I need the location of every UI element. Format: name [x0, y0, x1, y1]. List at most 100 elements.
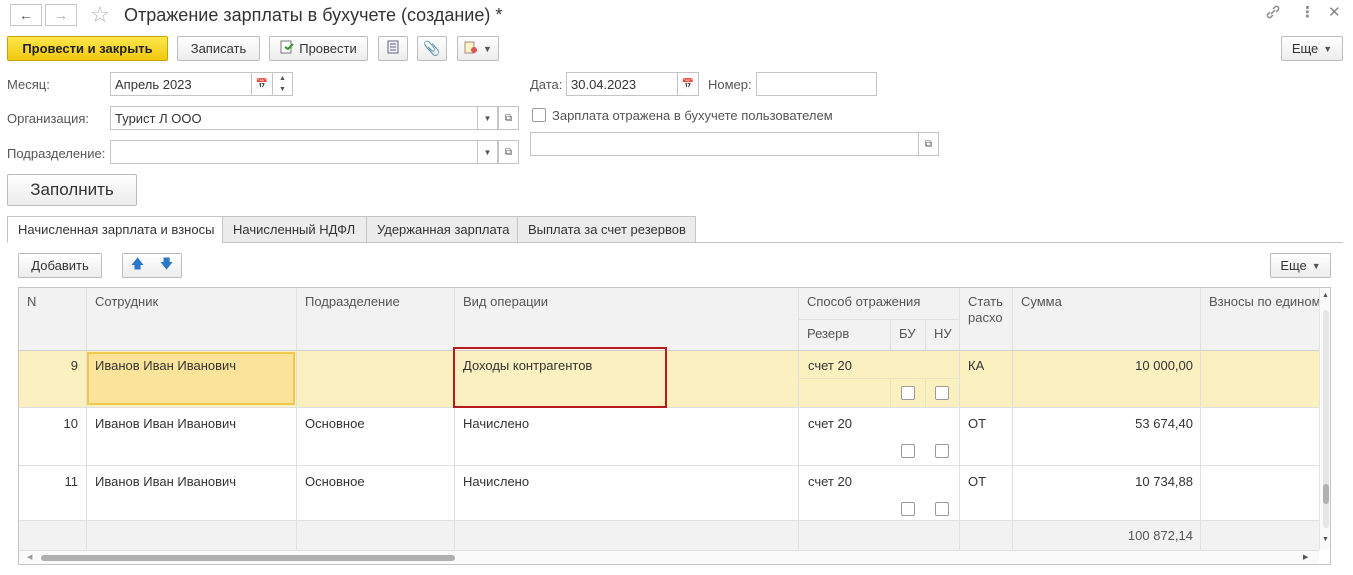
chevron-down-icon: ▼	[1311, 260, 1321, 271]
star-icon[interactable]: ☆	[90, 2, 110, 28]
department-dropdown-button[interactable]: ▼	[477, 140, 498, 164]
operation-cell[interactable]: Начислено	[463, 416, 529, 431]
close-icon[interactable]: ✕	[1328, 3, 1341, 21]
print-menu-button[interactable]: ▼	[457, 36, 499, 61]
article-cell[interactable]: КА	[968, 358, 984, 373]
department-label: Подразделение:	[7, 146, 106, 161]
scroll-left-icon[interactable]: ◀	[27, 553, 32, 561]
calendar-button[interactable]: 📅	[251, 72, 273, 96]
month-stepper[interactable]: ▲ ▼	[272, 72, 293, 96]
arrow-right-icon: →	[54, 7, 68, 23]
chevron-down-icon: ▼	[483, 113, 492, 123]
vertical-scroll-thumb[interactable]	[1323, 484, 1329, 504]
list-icon	[387, 40, 399, 57]
col-header-method[interactable]: Способ отражения	[799, 288, 928, 315]
arrow-up-icon[interactable]: 🡅	[123, 255, 152, 277]
attach-button[interactable]: 📎	[417, 36, 447, 61]
nu-checkbox[interactable]	[935, 502, 949, 516]
date-field[interactable]: 30.04.2023	[566, 72, 678, 96]
employee-cell[interactable]: Иванов Иван Иванович	[95, 416, 236, 431]
col-header-reserve[interactable]: Резерв	[799, 320, 857, 347]
scroll-down-icon[interactable]: ▼	[1322, 536, 1329, 543]
total-amount: 100 872,14	[1127, 528, 1193, 543]
department-field[interactable]	[110, 140, 478, 164]
row-number: 11	[64, 474, 79, 489]
department-open-button[interactable]: ⧉	[498, 140, 519, 164]
nu-checkbox[interactable]	[935, 386, 949, 400]
post-and-close-button[interactable]: Провести и закрыть	[7, 36, 168, 61]
horizontal-scrollbar[interactable]: ◀ ▶	[19, 551, 1319, 564]
stepper-down-icon[interactable]: ▼	[273, 84, 292, 95]
method-cell[interactable]: счет 20	[808, 358, 852, 373]
add-row-button[interactable]: Добавить	[18, 253, 102, 278]
reflected-label: Зарплата отражена в бухучете пользовател…	[552, 108, 833, 123]
organization-field[interactable]: Турист Л ООО	[110, 106, 478, 130]
col-header-contributions[interactable]: Взносы по едином	[1201, 288, 1319, 315]
paperclip-icon: 📎	[423, 40, 441, 56]
table-more-button[interactable]: Еще ▼	[1270, 253, 1331, 278]
amount-cell[interactable]: 10 000,00	[1013, 358, 1193, 373]
method-cell[interactable]: счет 20	[808, 416, 852, 431]
reflected-checkbox[interactable]	[532, 108, 546, 122]
save-button[interactable]: Записать	[177, 36, 260, 61]
arrow-down-icon[interactable]: 🡇	[152, 255, 181, 277]
employee-cell[interactable]: Иванов Иван Иванович	[95, 358, 236, 373]
post-button[interactable]: Провести	[269, 36, 368, 61]
scroll-up-icon[interactable]: ▲	[1322, 292, 1329, 299]
window-title: Отражение зарплаты в бухучете (создание)…	[124, 5, 503, 25]
date-label: Дата:	[530, 77, 563, 92]
salary-table: N Сотрудник Подразделение Вид операции С…	[18, 287, 1331, 565]
tab-withheld-salary[interactable]: Удержанная зарплата	[366, 216, 518, 243]
user-field[interactable]	[530, 132, 919, 156]
tab-reserve-payment[interactable]: Выплата за счет резервов	[517, 216, 696, 243]
chevron-down-icon: ▼	[1323, 43, 1333, 54]
post-document-icon	[280, 40, 294, 57]
col-header-operation[interactable]: Вид операции	[455, 288, 556, 315]
scroll-right-icon[interactable]: ▶	[1303, 553, 1308, 561]
amount-cell[interactable]: 10 734,88	[1013, 474, 1193, 489]
report-button[interactable]	[378, 36, 408, 61]
back-button[interactable]: ←	[10, 4, 42, 26]
link-icon[interactable]	[1265, 4, 1281, 24]
department-cell[interactable]: Основное	[305, 474, 365, 489]
forward-button[interactable]: →	[45, 4, 77, 26]
col-header-article[interactable]: Стать расхо	[960, 288, 1012, 332]
col-header-nu[interactable]: НУ	[926, 320, 959, 347]
article-cell[interactable]: ОТ	[968, 474, 986, 489]
vertical-scrollbar[interactable]: ▲ ▼	[1319, 288, 1330, 550]
col-header-n[interactable]: N	[19, 288, 44, 315]
calendar-icon: 📅	[255, 78, 269, 90]
organization-open-button[interactable]: ⧉	[498, 106, 519, 130]
department-cell[interactable]: Основное	[305, 416, 365, 431]
table-header	[19, 288, 1319, 350]
operation-cell[interactable]: Начислено	[463, 474, 529, 489]
open-window-icon: ⧉	[504, 112, 513, 124]
more-vertical-icon[interactable]: ⋮	[1300, 3, 1315, 21]
number-field[interactable]	[756, 72, 877, 96]
bu-checkbox[interactable]	[901, 386, 915, 400]
horizontal-scroll-thumb[interactable]	[41, 555, 455, 561]
col-header-department[interactable]: Подразделение	[297, 288, 408, 315]
organization-dropdown-button[interactable]: ▼	[477, 106, 498, 130]
bu-checkbox[interactable]	[901, 502, 915, 516]
col-header-bu[interactable]: БУ	[891, 320, 925, 347]
bu-checkbox[interactable]	[901, 444, 915, 458]
print-icon	[464, 40, 478, 57]
user-open-button[interactable]: ⧉	[918, 132, 939, 156]
article-cell[interactable]: ОТ	[968, 416, 986, 431]
month-field[interactable]: Апрель 2023	[110, 72, 252, 96]
amount-cell[interactable]: 53 674,40	[1013, 416, 1193, 431]
more-button[interactable]: Еще ▼	[1281, 36, 1343, 61]
nu-checkbox[interactable]	[935, 444, 949, 458]
fill-button[interactable]: Заполнить	[7, 174, 137, 206]
arrow-left-icon: ←	[19, 7, 33, 23]
col-header-amount[interactable]: Сумма	[1013, 288, 1070, 315]
employee-cell[interactable]: Иванов Иван Иванович	[95, 474, 236, 489]
date-calendar-button[interactable]: 📅	[677, 72, 699, 96]
number-label: Номер:	[708, 77, 752, 92]
tab-accrued-ndfl[interactable]: Начисленный НДФЛ	[222, 216, 367, 243]
stepper-up-icon[interactable]: ▲	[273, 73, 292, 84]
col-header-employee[interactable]: Сотрудник	[87, 288, 166, 315]
tab-accrued-salary[interactable]: Начисленная зарплата и взносы	[7, 216, 223, 243]
method-cell[interactable]: счет 20	[808, 474, 852, 489]
